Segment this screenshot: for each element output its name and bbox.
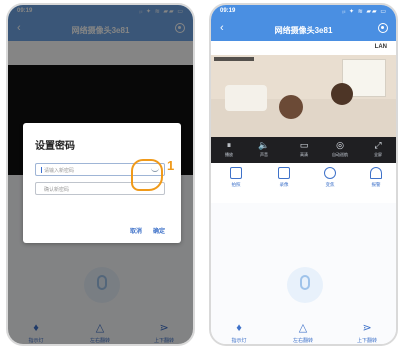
play-button[interactable]: ⏸ 播放 [214,140,244,158]
confirm-button[interactable]: 确定 [153,226,165,235]
indicator-light-button[interactable]: ♦ 指示灯 [219,322,259,345]
fullscreen-button[interactable]: ⤢ 全屏 [363,140,393,158]
zoom-button[interactable]: 变焦 [313,167,347,188]
flashlight-icon: ♦ [236,322,242,334]
flip-horizontal-label: 左右翻转 [292,338,313,344]
flip-horizontal-button[interactable]: △ 左右翻转 [283,322,323,345]
fullscreen-icon: ⤢ [374,140,382,150]
new-password-placeholder: 请输入新密码 [44,168,75,174]
pause-icon: ⏸ [226,140,232,150]
alarm-button[interactable]: 报警 [359,167,393,188]
hd-label: 高清 [300,152,308,157]
record-label: 录像 [279,182,289,187]
camera-live-view[interactable] [211,55,396,137]
auto-cruise-button[interactable]: ◎ 自动巡航 [325,140,355,158]
dialog-title: 设置密码 [35,141,75,152]
cam-person [331,83,353,105]
speaker-icon: 🔈 [258,140,270,150]
right-nav-title: 网络摄像头3e81 [274,26,333,35]
fullscreen-label: 全屏 [374,152,382,157]
tap-hand-icon [131,159,163,191]
snapshot-label: 拍照 [231,182,241,187]
play-label: 播放 [225,152,233,157]
indicator-light-label: 指示灯 [231,338,247,344]
cam-person [279,95,303,119]
flip-vertical-button[interactable]: ⋗ 上下翻转 [347,322,387,345]
lan-indicator: LAN [374,44,387,50]
right-below-area: ♦ 指示灯 △ 左右翻转 ⋗ 上下翻转 [211,203,396,345]
right-status-icons: ᵢₗ ✦ ≋ ▰▰ ▭ [342,9,387,15]
camera-icon [230,167,242,179]
phone-right: 09:19 ᵢₗ ✦ ≋ ▰▰ ▭ ‹ 网络摄像头3e81 LAN ⏸ 播放 🔈… [209,3,398,346]
hd-button[interactable]: ▭ 高清 [289,140,319,158]
confirm-password-placeholder: 确认新密码 [44,187,70,193]
microphone-icon [300,275,310,290]
triangle-icon: △ [298,322,308,334]
cruise-icon: ◎ [336,140,344,150]
function-row: 拍照 录像 变焦 报警 [211,163,396,203]
record-icon [278,167,290,179]
right-statusbar: 09:19 ᵢₗ ✦ ≋ ▰▰ ▭ [211,5,396,19]
flip-icon: ⋗ [362,322,372,334]
step-number: 1 [167,158,175,173]
zoom-label: 变焦 [325,182,335,187]
cam-pillow [225,85,267,111]
right-navbar: ‹ 网络摄像头3e81 [211,19,396,41]
sound-label: 声音 [260,152,268,157]
snapshot-button[interactable]: 拍照 [219,167,253,188]
phone-left: 09:19 ᵢₗ ✦ ≋ ▰▰ ▭ ‹ 网络摄像头3e81 ♦ 指示灯 △ 左右… [6,3,195,346]
flip-vertical-label: 上下翻转 [356,338,377,344]
mic-button[interactable] [287,267,323,303]
cancel-button[interactable]: 取消 [130,226,142,235]
lan-bar: LAN [211,41,396,55]
video-control-bar: ⏸ 播放 🔈 声音 ▭ 高清 ◎ 自动巡航 ⤢ 全屏 [211,137,396,163]
timestamp-overlay [214,57,254,61]
right-status-time: 09:19 [220,8,236,14]
sound-button[interactable]: 🔈 声音 [249,140,279,158]
auto-cruise-label: 自动巡航 [332,152,348,157]
alarm-icon [370,167,382,179]
wheel-icon [324,167,336,179]
text-caret [41,167,42,173]
screen-icon: ▭ [299,140,309,150]
record-button[interactable]: 录像 [267,167,301,188]
right-bottom-bar: ♦ 指示灯 △ 左右翻转 ⋗ 上下翻转 [211,318,396,345]
alarm-label: 报警 [371,182,381,187]
settings-gear-icon[interactable] [378,23,388,33]
